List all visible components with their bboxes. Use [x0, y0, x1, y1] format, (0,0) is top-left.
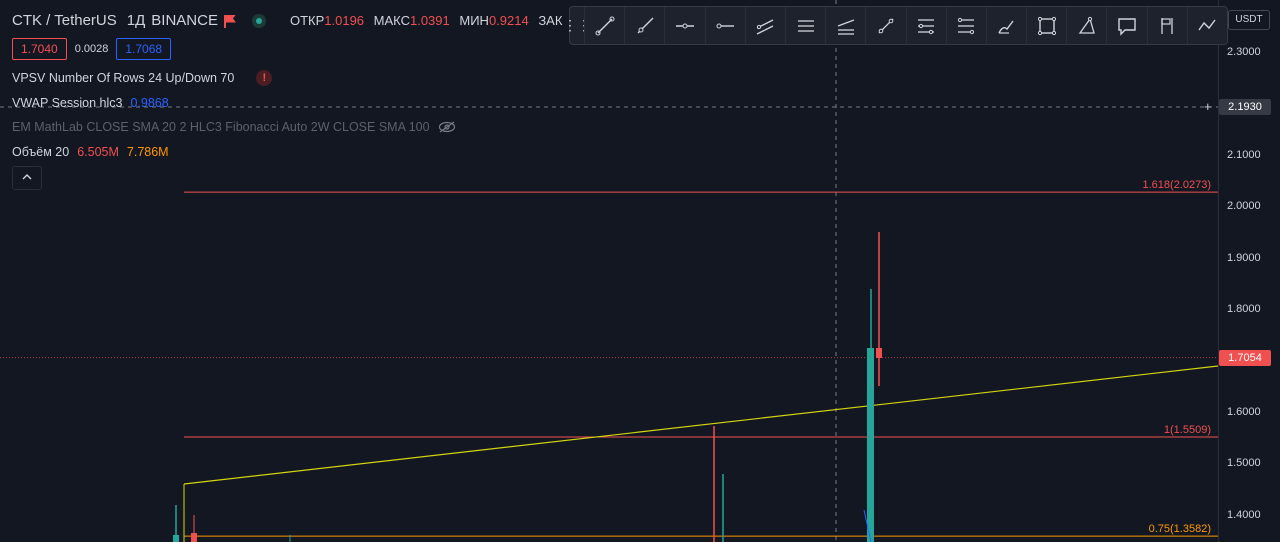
fib-retracement-icon — [918, 18, 935, 34]
regression-trend-icon — [837, 18, 854, 35]
path-tool-button[interactable] — [1066, 7, 1106, 44]
vwap-value: 0.9868 — [130, 96, 169, 110]
indicator-vwap[interactable]: VWAP Session hlc3 0.9868 — [12, 96, 169, 110]
symbol-interval: 1Д — [126, 12, 146, 29]
open-label: ОТКР — [289, 13, 325, 28]
currency-button[interactable]: USDT — [1228, 10, 1270, 30]
callout-tool-button[interactable] — [1106, 7, 1146, 44]
regression-trend-tool-button[interactable] — [825, 7, 865, 44]
brush-tool-button[interactable] — [985, 7, 1026, 44]
price-tick-label: 1.8000 — [1227, 303, 1261, 315]
forecast-tool-button[interactable] — [1186, 7, 1227, 44]
indicator-volume[interactable]: Объём 20 6.505M 7.786M — [12, 145, 169, 159]
parallel-channel-tool-button[interactable] — [744, 7, 785, 44]
volume-value-2: 7.786M — [126, 145, 169, 159]
low-label: МИН — [459, 13, 489, 28]
hidden-eye-icon[interactable] — [438, 121, 456, 133]
high-value: 1.0391 — [409, 13, 450, 28]
path-icon — [1078, 16, 1095, 34]
price-tick-label: 1.9000 — [1227, 251, 1261, 264]
warning-icon[interactable]: ! — [256, 70, 273, 86]
low-value: 0.9214 — [488, 13, 529, 28]
price-axis[interactable]: 2.3000 2.1000 2.0000 1.9000 1.8000 1.6000 1.50… — [1218, 0, 1280, 542]
price-tick-label: 1.5000 — [1227, 457, 1261, 470]
candle-body — [173, 535, 179, 542]
candle-body — [867, 348, 874, 542]
rectangle-tool-button[interactable] — [1026, 7, 1066, 44]
fib-retracement-tool-button[interactable] — [905, 7, 946, 44]
price-tick-label: 1.6000 — [1227, 405, 1261, 418]
indicator-em[interactable]: EM MathLab CLOSE SMA 20 2 HLC3 Fibonacci… — [12, 120, 456, 134]
callout-icon — [1118, 17, 1136, 36]
collapse-legend-button[interactable] — [12, 166, 42, 190]
current-price-tag: 1.7054 — [1219, 349, 1271, 366]
em-label: EM MathLab CLOSE SMA 20 2 HLC3 Fibonacci… — [12, 120, 430, 134]
candle-body — [876, 348, 882, 358]
price-tick-label: 2.0000 — [1227, 200, 1261, 213]
info-line-tool-button[interactable] — [704, 7, 745, 44]
buy-button[interactable]: 1.7068 — [116, 38, 172, 60]
volume-value-1: 6.505M — [77, 145, 119, 159]
trend-line-icon — [595, 16, 615, 35]
rectangle-icon — [1037, 16, 1056, 35]
volume-label: Объём 20 — [12, 145, 70, 159]
price-tick-label: 2.3000 — [1227, 46, 1261, 58]
parallel-channel-icon — [757, 18, 774, 35]
drawing-toolbar[interactable]: ⋮⋮ — [563, 6, 1228, 45]
fib-level-label: 1(1.5509) — [1163, 424, 1211, 437]
horizontal-ray-icon — [675, 23, 694, 28]
symbol-name[interactable]: CTK / TetherUS — [12, 12, 117, 29]
high-label: МАКС — [373, 13, 410, 28]
market-status-icon — [251, 13, 266, 28]
fib-level-label: 0.75(1.3582) — [1148, 523, 1211, 536]
crosshair-price-tag: 2.1930 — [1219, 98, 1271, 115]
quote-box: 1.7040 0.0028 1.7068 — [12, 38, 172, 60]
brush-icon — [998, 20, 1015, 34]
sell-button[interactable]: 1.7040 — [12, 38, 67, 60]
crosshair-plus-icon: + — [1204, 99, 1212, 114]
close-label: ЗАК — [538, 13, 563, 28]
fib-level-label: 1.618(2.0273) — [1142, 179, 1212, 192]
ray-tool-button[interactable] — [624, 7, 664, 44]
symbol-exchange: BINANCE — [151, 12, 218, 29]
sma-line — [183, 365, 1218, 485]
open-value: 1.0196 — [324, 13, 365, 28]
fib-extension-tool-button[interactable] — [945, 7, 986, 44]
long-position-icon — [1161, 17, 1173, 34]
info-line-icon — [716, 23, 735, 28]
pitchfork-tool-button[interactable] — [865, 7, 905, 44]
flag-icon[interactable] — [223, 14, 236, 28]
ohlc-values: ОТКР1.0196 МАКС1.0391 МИН0.9214 ЗАК — [290, 13, 562, 28]
trend-line-tool-button[interactable] — [584, 7, 624, 44]
pitchfork-icon — [878, 18, 894, 33]
vwap-label: VWAP Session hlc3 — [12, 96, 123, 110]
price-tick-label: 2.1000 — [1227, 148, 1261, 161]
horizontal-ray-tool-button[interactable] — [664, 7, 704, 44]
long-position-tool-button[interactable] — [1146, 7, 1187, 44]
drag-handle-icon[interactable]: ⋮⋮ — [563, 7, 591, 44]
vpsv-label: VPSV Number Of Rows 24 Up/Down 70 — [12, 71, 235, 85]
chevron-up-icon — [22, 174, 32, 180]
forecast-icon — [1198, 19, 1216, 30]
indicator-vpsv[interactable]: VPSV Number Of Rows 24 Up/Down 70 ! — [12, 70, 273, 86]
horizontal-lines-icon — [797, 19, 814, 32]
ray-icon — [637, 17, 654, 33]
spread-value: 0.0028 — [74, 43, 109, 55]
horizontal-lines-tool-button[interactable] — [784, 7, 825, 44]
symbol-legend[interactable]: CTK / TetherUS 1Д BINANCE ОТКР1.0196 МАК… — [12, 12, 562, 29]
fib-extension-icon — [958, 17, 975, 34]
price-tick-label: 1.4000 — [1227, 508, 1261, 521]
